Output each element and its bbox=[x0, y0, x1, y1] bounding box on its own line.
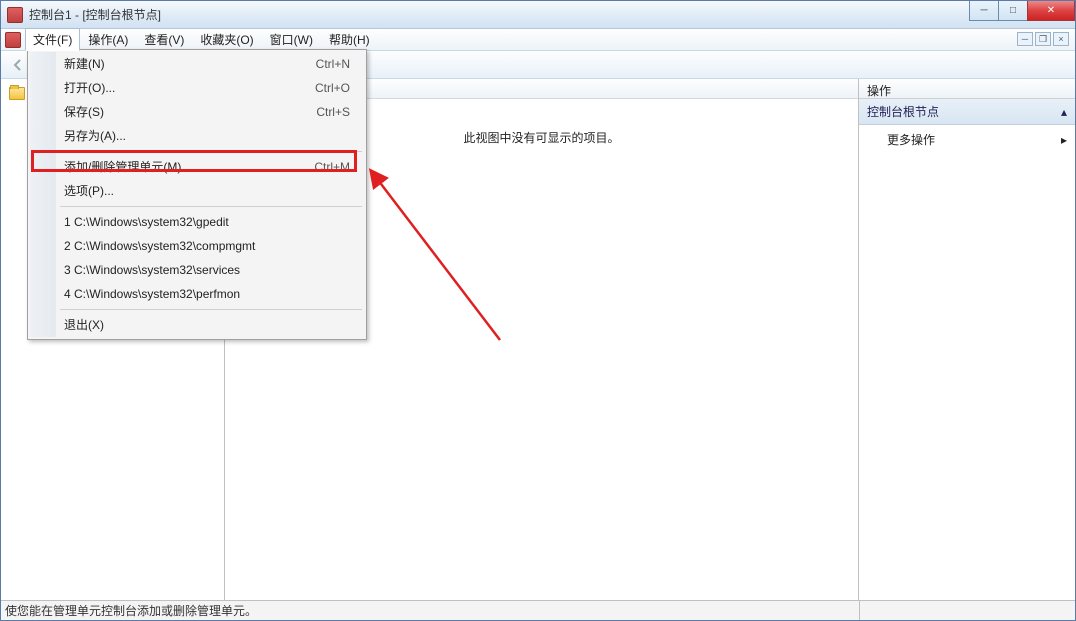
menu-view[interactable]: 查看(V) bbox=[136, 28, 192, 51]
chevron-right-icon: ▸ bbox=[1061, 133, 1067, 147]
menu-item-save[interactable]: 保存(S) Ctrl+S bbox=[30, 100, 364, 124]
menu-item-shortcut: Ctrl+N bbox=[316, 56, 350, 72]
close-button[interactable]: ✕ bbox=[1027, 1, 1075, 21]
menu-item-label: 另存为(A)... bbox=[64, 128, 126, 144]
menu-item-saveas[interactable]: 另存为(A)... bbox=[30, 124, 364, 148]
menu-item-new[interactable]: 新建(N) Ctrl+N bbox=[30, 52, 364, 76]
menu-item-label: 保存(S) bbox=[64, 104, 104, 120]
menu-item-exit[interactable]: 退出(X) bbox=[30, 313, 364, 337]
mdi-close-button[interactable]: × bbox=[1053, 32, 1069, 46]
actions-group-header[interactable]: 控制台根节点 ▴ bbox=[859, 99, 1075, 125]
menu-item-label: 1 C:\Windows\system32\gpedit bbox=[64, 214, 229, 230]
menubar: 文件(F) 操作(A) 查看(V) 收藏夹(O) 窗口(W) 帮助(H) ─ ❐… bbox=[1, 29, 1075, 51]
minimize-button[interactable]: ─ bbox=[969, 1, 999, 21]
menu-file[interactable]: 文件(F) bbox=[25, 28, 80, 51]
window-controls: ─ □ ✕ bbox=[970, 1, 1075, 21]
menu-item-open[interactable]: 打开(O)... Ctrl+O bbox=[30, 76, 364, 100]
maximize-button[interactable]: □ bbox=[998, 1, 1028, 21]
menu-separator bbox=[60, 206, 362, 207]
menu-item-shortcut: Ctrl+O bbox=[315, 80, 350, 96]
menu-item-label: 打开(O)... bbox=[64, 80, 115, 96]
menu-item-recent-1[interactable]: 1 C:\Windows\system32\gpedit bbox=[30, 210, 364, 234]
menu-item-label: 添加/删除管理单元(M)... bbox=[64, 159, 191, 175]
menu-item-shortcut: Ctrl+M bbox=[314, 159, 350, 175]
menu-help[interactable]: 帮助(H) bbox=[321, 28, 378, 51]
statusbar-right bbox=[859, 601, 1075, 620]
menu-item-label: 4 C:\Windows\system32\perfmon bbox=[64, 286, 240, 302]
collapse-arrow-icon: ▴ bbox=[1061, 105, 1067, 119]
menu-action[interactable]: 操作(A) bbox=[80, 28, 136, 51]
menu-item-recent-2[interactable]: 2 C:\Windows\system32\compmgmt bbox=[30, 234, 364, 258]
menu-separator bbox=[60, 309, 362, 310]
back-button[interactable] bbox=[7, 54, 29, 76]
more-actions-item[interactable]: 更多操作 ▸ bbox=[859, 125, 1075, 154]
mdi-restore-button[interactable]: ❐ bbox=[1035, 32, 1051, 46]
mdi-minimize-button[interactable]: ─ bbox=[1017, 32, 1033, 46]
menu-item-shortcut: Ctrl+S bbox=[316, 104, 350, 120]
menu-item-label: 退出(X) bbox=[64, 317, 104, 333]
app-icon bbox=[7, 7, 23, 23]
actions-group-label: 控制台根节点 bbox=[867, 103, 939, 120]
more-actions-label: 更多操作 bbox=[887, 131, 935, 148]
menu-item-label: 新建(N) bbox=[64, 56, 105, 72]
status-text: 使您能在管理单元控制台添加或删除管理单元。 bbox=[5, 602, 257, 619]
menu-item-label: 选项(P)... bbox=[64, 183, 114, 199]
file-menu-dropdown: 新建(N) Ctrl+N 打开(O)... Ctrl+O 保存(S) Ctrl+… bbox=[27, 49, 367, 340]
folder-icon bbox=[9, 87, 25, 100]
menu-favorites[interactable]: 收藏夹(O) bbox=[192, 28, 261, 51]
menu-item-recent-3[interactable]: 3 C:\Windows\system32\services bbox=[30, 258, 364, 282]
menu-separator bbox=[60, 151, 362, 152]
actions-header: 操作 bbox=[859, 79, 1075, 99]
window-title: 控制台1 - [控制台根节点] bbox=[29, 6, 161, 23]
empty-message: 此视图中没有可显示的项目。 bbox=[463, 131, 619, 145]
doc-icon[interactable] bbox=[5, 32, 21, 48]
menu-item-options[interactable]: 选项(P)... bbox=[30, 179, 364, 203]
mdi-controls: ─ ❐ × bbox=[1015, 32, 1069, 46]
menu-item-recent-4[interactable]: 4 C:\Windows\system32\perfmon bbox=[30, 282, 364, 306]
menu-item-label: 3 C:\Windows\system32\services bbox=[64, 262, 240, 278]
arrow-left-icon bbox=[11, 58, 25, 72]
actions-pane: 操作 控制台根节点 ▴ 更多操作 ▸ bbox=[859, 79, 1075, 600]
titlebar: 控制台1 - [控制台根节点] ─ □ ✕ bbox=[1, 1, 1075, 29]
menu-item-add-remove-snapin[interactable]: 添加/删除管理单元(M)... Ctrl+M bbox=[30, 155, 364, 179]
menu-item-label: 2 C:\Windows\system32\compmgmt bbox=[64, 238, 255, 254]
statusbar: 使您能在管理单元控制台添加或删除管理单元。 bbox=[1, 600, 1075, 620]
menu-window[interactable]: 窗口(W) bbox=[262, 28, 321, 51]
